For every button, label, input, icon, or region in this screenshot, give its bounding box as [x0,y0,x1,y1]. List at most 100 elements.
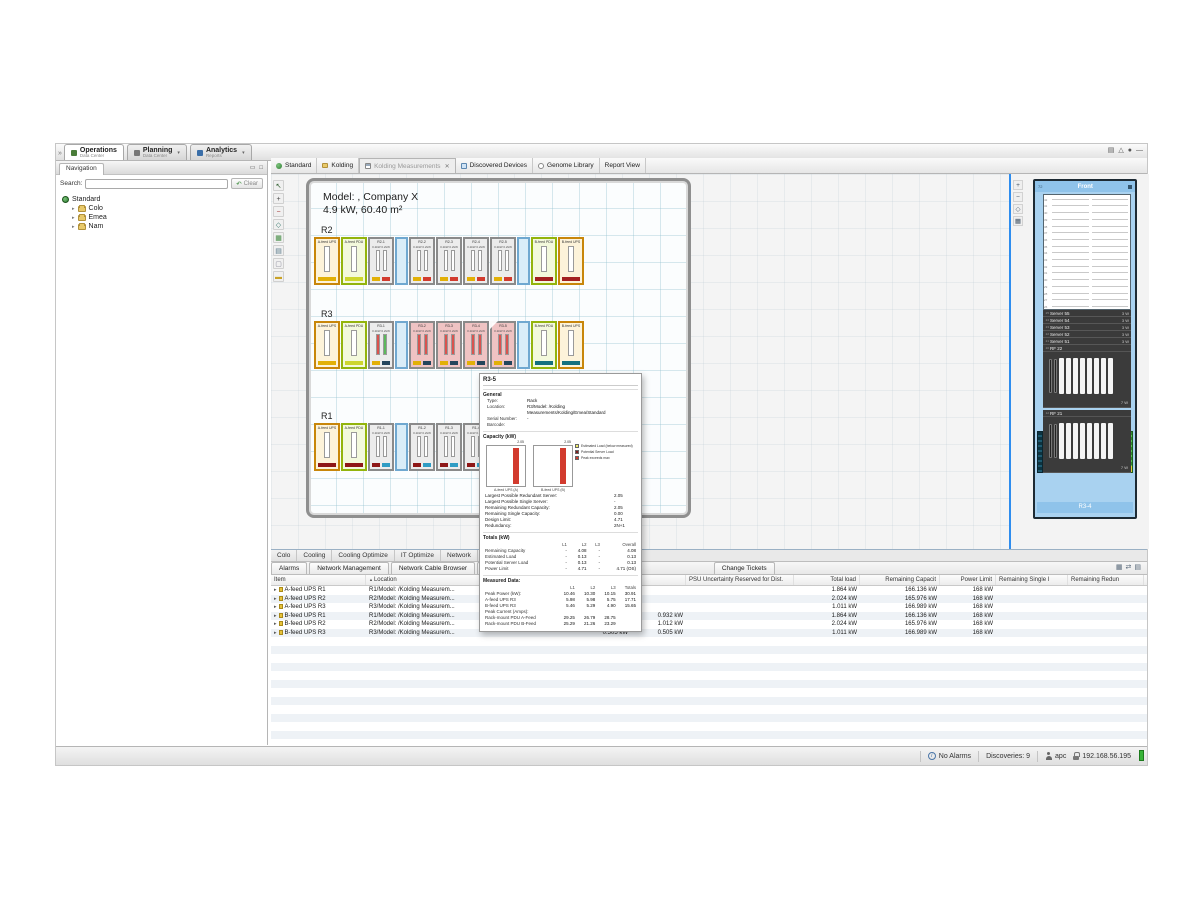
rack-tile-r3-4[interactable]: R3-40.2kW 0.2kW [463,321,489,369]
column-header-remaining-capacit[interactable]: Remaining Capacit [860,575,940,585]
expand-arrow-icon[interactable]: ▸ [274,630,277,636]
rack-tile-r1-1[interactable]: R1-10.2kW 0.2kW [368,423,394,471]
expand-arrow-icon[interactable]: ▸ [274,596,277,602]
rack-server-server-53[interactable]: 23Server 533 W [1043,324,1131,331]
minimize-icon[interactable]: — [1136,147,1143,154]
rack-unit-slot[interactable]: 37 [1044,229,1130,236]
perspective-tab-planning[interactable]: PlanningData Center▾ [127,144,187,160]
column-header-item[interactable]: Item [271,575,366,585]
dock-tab-colo[interactable]: Colo [271,550,297,561]
editor-tab-standard[interactable]: Standard [271,158,317,173]
ups-tile-b-feed-ups[interactable]: B-feed UPS [558,237,584,285]
tree-root-standard[interactable]: Standard [62,195,267,204]
table-row[interactable]: ▸B-feed UPS R2R2/Model: /Kolding Measure… [271,620,1147,629]
rack-unit-slot[interactable]: 29 [1044,282,1130,289]
rack-module-rf-21[interactable]: 12RF 217 W [1043,410,1131,473]
expand-arrow-icon[interactable]: ▸ [274,613,277,619]
search-input[interactable] [85,179,228,189]
editor-tab-kolding-measurements[interactable]: Kolding Measurements✕ [359,158,456,173]
rack-server-server-55[interactable]: 25Server 553 W [1043,310,1131,317]
expand-arrow-icon[interactable]: ▸ [274,587,277,593]
discoveries-status[interactable]: Discoveries: 9 [986,753,1030,760]
dock-view-tab-network-management[interactable]: Network Management [309,562,389,574]
maximize-panel-icon[interactable]: □ [259,165,263,171]
zoom-out-icon[interactable]: − [1013,192,1023,202]
alarm-status[interactable]: i No Alarms [928,752,971,760]
rack-unit-slot[interactable]: 27 [1044,296,1130,303]
rack-tile-r2-4[interactable]: R2-40.2kW 0.2kW [463,237,489,285]
rack-server-server-54[interactable]: 24Server 543 W [1043,317,1131,324]
tree-item-colo[interactable]: ▸Colo [62,204,267,213]
rack-tile-r3-2[interactable]: R3-20.2kW 0.2kW [409,321,435,369]
column-header-psu-uncertainty-reserved-for-dist-[interactable]: PSU Uncertainty Reserved for Dist. [686,575,794,585]
rack-menu-icon[interactable] [1128,185,1132,189]
rack-tile-r3-5[interactable]: R3-50.2kW 0.2kW [490,321,516,369]
expand-arrow-icon[interactable]: ▸ [274,621,277,627]
layers-tool-icon[interactable]: ▤ [273,245,284,256]
gap-tile-u[interactable] [395,423,408,471]
warning-icon[interactable]: △ [1118,146,1123,154]
dock-tab-cooling[interactable]: Cooling [297,550,332,561]
pdu-tile-b-feed-pdu[interactable]: B-feed PDU [531,237,557,285]
rack-unit-slot[interactable]: 30 [1044,275,1130,282]
rack-unit-slot[interactable]: 38 [1044,222,1130,229]
gap-tile-u[interactable] [517,237,530,285]
rack-elevation[interactable]: 72 Front 4241403938373635343332313029282… [1033,179,1137,519]
rack-unit-slot[interactable]: 32 [1044,262,1130,269]
server-address[interactable]: 192.168.56.195 [1073,752,1131,760]
rack-unit-slot[interactable]: 31 [1044,269,1130,276]
column-header-remaining-single-i[interactable]: Remaining Single I [996,575,1068,585]
rack-tile-r3-3[interactable]: R3-30.2kW 0.2kW [436,321,462,369]
rack-server-server-52[interactable]: 22Server 523 W [1043,331,1131,338]
perspective-tab-operations[interactable]: OperationsData Center [64,144,124,160]
rack-unit-slot[interactable]: 41 [1044,202,1130,209]
tree-item-emea[interactable]: ▸Emea [62,213,267,222]
table-row[interactable]: ▸B-feed UPS R1R1/Model: /Kolding Measure… [271,612,1147,621]
view-layout-icon[interactable]: ▤ [1108,146,1115,154]
perspective-switch-icon[interactable]: » [58,150,62,157]
fit-view-tool-icon[interactable]: ◇ [273,219,284,230]
zoom-in-tool-icon[interactable]: + [273,193,284,204]
ups-tile-a-feed-ups[interactable]: A-feed UPS [314,321,340,369]
outline-tool-icon[interactable]: ▢ [273,258,284,269]
rack-unit-slot[interactable]: 26 [1044,302,1130,309]
menu-icon[interactable]: ▤ [1134,563,1141,571]
dock-tab-cooling-optimize[interactable]: Cooling Optimize [332,550,395,561]
zoom-out-tool-icon[interactable]: − [273,206,284,217]
record-icon[interactable]: ● [1128,147,1132,154]
zoom-in-icon[interactable]: + [1013,180,1023,190]
dock-view-tab-change-tickets[interactable]: Change Tickets [714,562,775,574]
measure-tool-icon[interactable]: ▬ [273,271,284,282]
fit-icon[interactable]: ◇ [1013,204,1023,214]
ups-tile-a-feed-ups[interactable]: A-feed UPS [314,423,340,471]
table-row[interactable]: ▸A-feed UPS R2R2/Model: /Kolding Measure… [271,595,1147,604]
rack-unit-slot[interactable]: 39 [1044,215,1130,222]
table-view-tool-icon[interactable]: ▦ [273,232,284,243]
swap-columns-icon[interactable]: ⇄ [1126,563,1132,571]
expand-arrow-icon[interactable]: ▸ [72,215,75,221]
dock-tab-it-optimize[interactable]: IT Optimize [395,550,441,561]
dock-tab-network[interactable]: Network [441,550,478,561]
rack-tile-r3-1[interactable]: R3-10.2kW 0.2kW [368,321,394,369]
user-status[interactable]: apc [1045,752,1066,760]
perspective-tab-analytics[interactable]: AnalyticsReports▾ [190,144,252,160]
chevron-down-icon[interactable]: ▾ [242,150,245,156]
dock-view-tab-alarms[interactable]: Alarms [271,562,307,574]
rack-unit-slot[interactable]: 42 [1044,195,1130,202]
table-row[interactable]: ▸A-feed UPS R1R1/Model: /Kolding Measure… [271,586,1147,595]
grid-icon[interactable]: ▦ [1013,216,1023,226]
rack-unit-slot[interactable]: 28 [1044,289,1130,296]
dock-view-tab-network-cable-browser[interactable]: Network Cable Browser [391,562,475,574]
pdu-tile-a-feed-pdu[interactable]: A-feed PDU [341,321,367,369]
rack-unit-slot[interactable]: 40 [1044,208,1130,215]
column-header-power-limit[interactable]: Power Limit [940,575,996,585]
rack-unit-slot[interactable]: 34 [1044,249,1130,256]
table-row[interactable]: ▸B-feed UPS R3R3/Model: /Kolding Measure… [271,629,1147,638]
pdu-tile-b-feed-pdu[interactable]: B-feed PDU [531,321,557,369]
navigation-view-tab[interactable]: Navigation [59,163,104,175]
rack-tile-r2-1[interactable]: R2-10.2kW 0.2kW [368,237,394,285]
editor-tab-discovered-devices[interactable]: Discovered Devices [456,158,533,173]
editor-tab-kolding[interactable]: Kolding [317,158,359,173]
chevron-down-icon[interactable]: ▾ [177,150,180,156]
editor-tab-genome-library[interactable]: Genome Library [533,158,600,173]
